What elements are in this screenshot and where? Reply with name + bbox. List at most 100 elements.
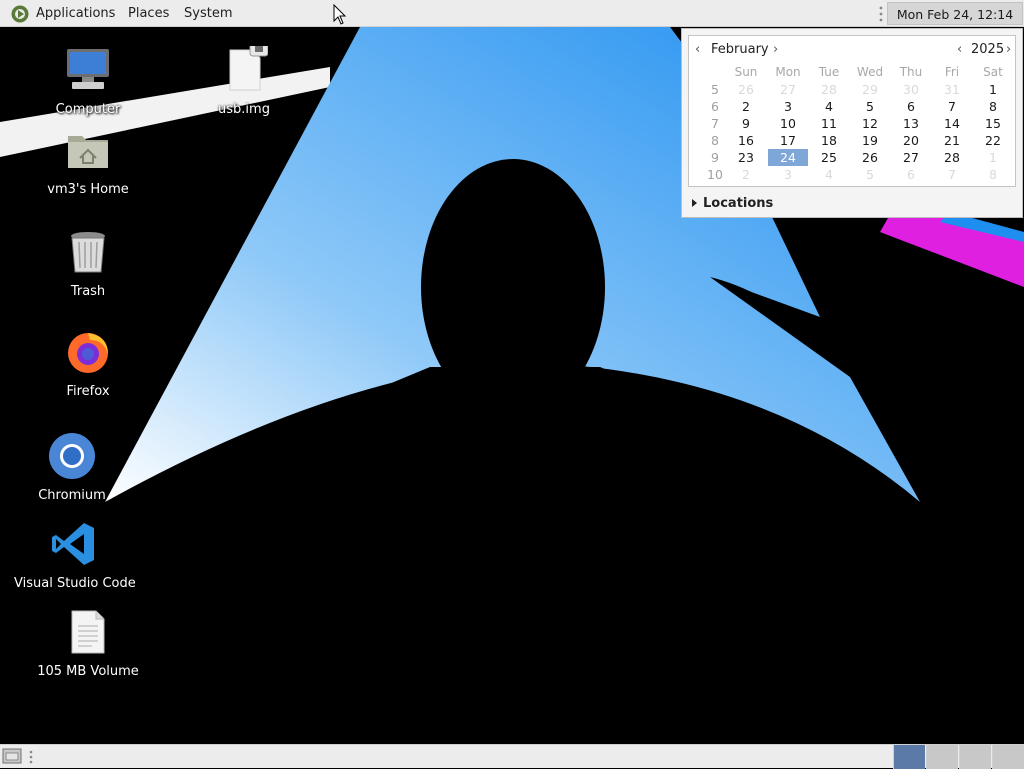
day-cell[interactable]: 22	[973, 132, 1013, 149]
next-month-icon[interactable]: ›	[773, 40, 778, 60]
locations-expander[interactable]: Locations	[692, 196, 773, 211]
day-cell[interactable]: 17	[768, 132, 808, 149]
day-cell[interactable]: 7	[932, 98, 972, 115]
week-row: 7 9 10 11 12 13 14 15	[689, 115, 1015, 132]
day-cell[interactable]: 7	[932, 166, 972, 183]
day-cell[interactable]: 10	[768, 115, 808, 132]
desktop-icon-label: usb.img	[218, 102, 270, 117]
file-icon	[229, 37, 269, 91]
day-cell[interactable]: 28	[809, 81, 849, 98]
calendar-year: 2025	[971, 42, 1005, 57]
day-cell[interactable]: 2	[726, 98, 766, 115]
week-row: 5 26 27 28 29 30 31 1	[689, 81, 1015, 98]
day-cell[interactable]: 1	[973, 149, 1013, 166]
bottom-panel	[0, 744, 1024, 769]
clock-applet[interactable]: Mon Feb 24, 12:14 AM	[887, 2, 1023, 45]
day-cell[interactable]: 16	[726, 132, 766, 149]
day-cell-today[interactable]: 24	[768, 149, 808, 166]
vscode-icon	[52, 523, 94, 565]
menu-places[interactable]: Places	[128, 0, 169, 27]
week-row: 8 16 17 18 19 20 21 22	[689, 132, 1015, 149]
show-desktop-icon[interactable]	[2, 747, 22, 765]
menu-applications[interactable]: Applications	[36, 0, 115, 27]
desktop-icon-trash[interactable]: Trash	[28, 228, 148, 299]
mouse-pointer-icon	[333, 4, 347, 25]
workspace-3[interactable]	[959, 745, 991, 769]
day-cell[interactable]: 6	[891, 98, 931, 115]
day-cell[interactable]: 3	[768, 166, 808, 183]
desktop-icon-label: Chromium	[38, 488, 106, 503]
home-folder-icon	[68, 136, 108, 168]
desktop-icon-volume[interactable]: 105 MB Volume	[28, 608, 148, 679]
prev-month-icon[interactable]: ‹	[695, 40, 700, 60]
day-header: Wed	[856, 65, 884, 79]
week-row: 6 2 3 4 5 6 7 8	[689, 98, 1015, 115]
workspace-4[interactable]	[992, 745, 1024, 769]
desktop-icon-chromium[interactable]: Chromium	[12, 432, 132, 503]
menu-system[interactable]: System	[184, 0, 232, 27]
desktop-icon-label: vm3's Home	[47, 182, 129, 197]
day-cell[interactable]: 28	[932, 149, 972, 166]
day-cell[interactable]: 30	[891, 81, 931, 98]
day-header: Thu	[899, 65, 923, 79]
day-cell[interactable]: 4	[809, 98, 849, 115]
expander-triangle-icon	[692, 199, 697, 207]
day-cell[interactable]: 8	[973, 98, 1013, 115]
day-header: Mon	[775, 65, 801, 79]
desktop-icon-vscode[interactable]: Visual Studio Code	[14, 520, 136, 591]
day-header: Fri	[944, 65, 960, 79]
day-cell[interactable]: 6	[891, 166, 931, 183]
day-cell[interactable]: 15	[973, 115, 1013, 132]
desktop-icon-computer[interactable]: Computer	[28, 46, 148, 117]
panel-drag-handle-icon[interactable]	[878, 5, 884, 23]
locations-label: Locations	[703, 196, 774, 211]
day-header: Tue	[818, 65, 840, 79]
day-cell[interactable]: 19	[850, 132, 890, 149]
workspace-2[interactable]	[926, 745, 958, 769]
desktop-icon-firefox[interactable]: Firefox	[28, 328, 148, 399]
calendar: ‹ February › ‹ 2025 › Sun Mon Tue Wed Th…	[688, 35, 1016, 187]
desktop-icon-usb-img[interactable]: usb.img	[184, 37, 304, 117]
firefox-icon	[68, 333, 108, 373]
chromium-icon	[49, 433, 95, 479]
prev-year-icon[interactable]: ‹	[957, 40, 962, 60]
desktop-icon-label: Visual Studio Code	[14, 576, 136, 591]
day-header: Sat	[983, 65, 1003, 79]
panel-drag-handle-icon[interactable]	[28, 749, 34, 765]
computer-icon	[67, 49, 109, 89]
day-cell[interactable]: 5	[850, 166, 890, 183]
day-cell[interactable]: 26	[850, 149, 890, 166]
day-cell[interactable]: 2	[726, 166, 766, 183]
applications-menu-icon[interactable]	[10, 4, 30, 24]
day-cell[interactable]: 26	[726, 81, 766, 98]
next-year-icon[interactable]: ›	[1006, 40, 1011, 60]
day-cell[interactable]: 11	[809, 115, 849, 132]
day-cell[interactable]: 14	[932, 115, 972, 132]
desktop-icon-label: Computer	[55, 102, 121, 117]
day-cell[interactable]: 18	[809, 132, 849, 149]
day-cell[interactable]: 8	[973, 166, 1013, 183]
day-cell[interactable]: 13	[891, 115, 931, 132]
day-cell[interactable]: 5	[850, 98, 890, 115]
day-cell[interactable]: 25	[809, 149, 849, 166]
desktop-icon-home[interactable]: vm3's Home	[28, 126, 148, 197]
day-cell[interactable]: 1	[973, 81, 1013, 98]
day-cell[interactable]: 20	[891, 132, 931, 149]
day-cell[interactable]: 31	[932, 81, 972, 98]
top-panel: Applications Places System Mon Feb 24, 1…	[0, 0, 1024, 45]
day-cell[interactable]: 29	[850, 81, 890, 98]
week-row: 10 2 3 4 5 6 7 8	[689, 166, 1015, 183]
day-cell[interactable]: 27	[891, 149, 931, 166]
day-cell[interactable]: 9	[726, 115, 766, 132]
workspace-1[interactable]	[893, 745, 925, 769]
trash-icon	[71, 232, 105, 273]
day-cell[interactable]: 21	[932, 132, 972, 149]
day-header-row: Sun Mon Tue Wed Thu Fri Sat	[689, 64, 1015, 81]
day-cell[interactable]: 3	[768, 98, 808, 115]
day-cell[interactable]: 4	[809, 166, 849, 183]
desktop-icon-label: 105 MB Volume	[37, 664, 139, 679]
week-row: 9 23 24 25 26 27 28 1	[689, 149, 1015, 166]
day-cell[interactable]: 12	[850, 115, 890, 132]
day-cell[interactable]: 23	[726, 149, 766, 166]
day-cell[interactable]: 27	[768, 81, 808, 98]
